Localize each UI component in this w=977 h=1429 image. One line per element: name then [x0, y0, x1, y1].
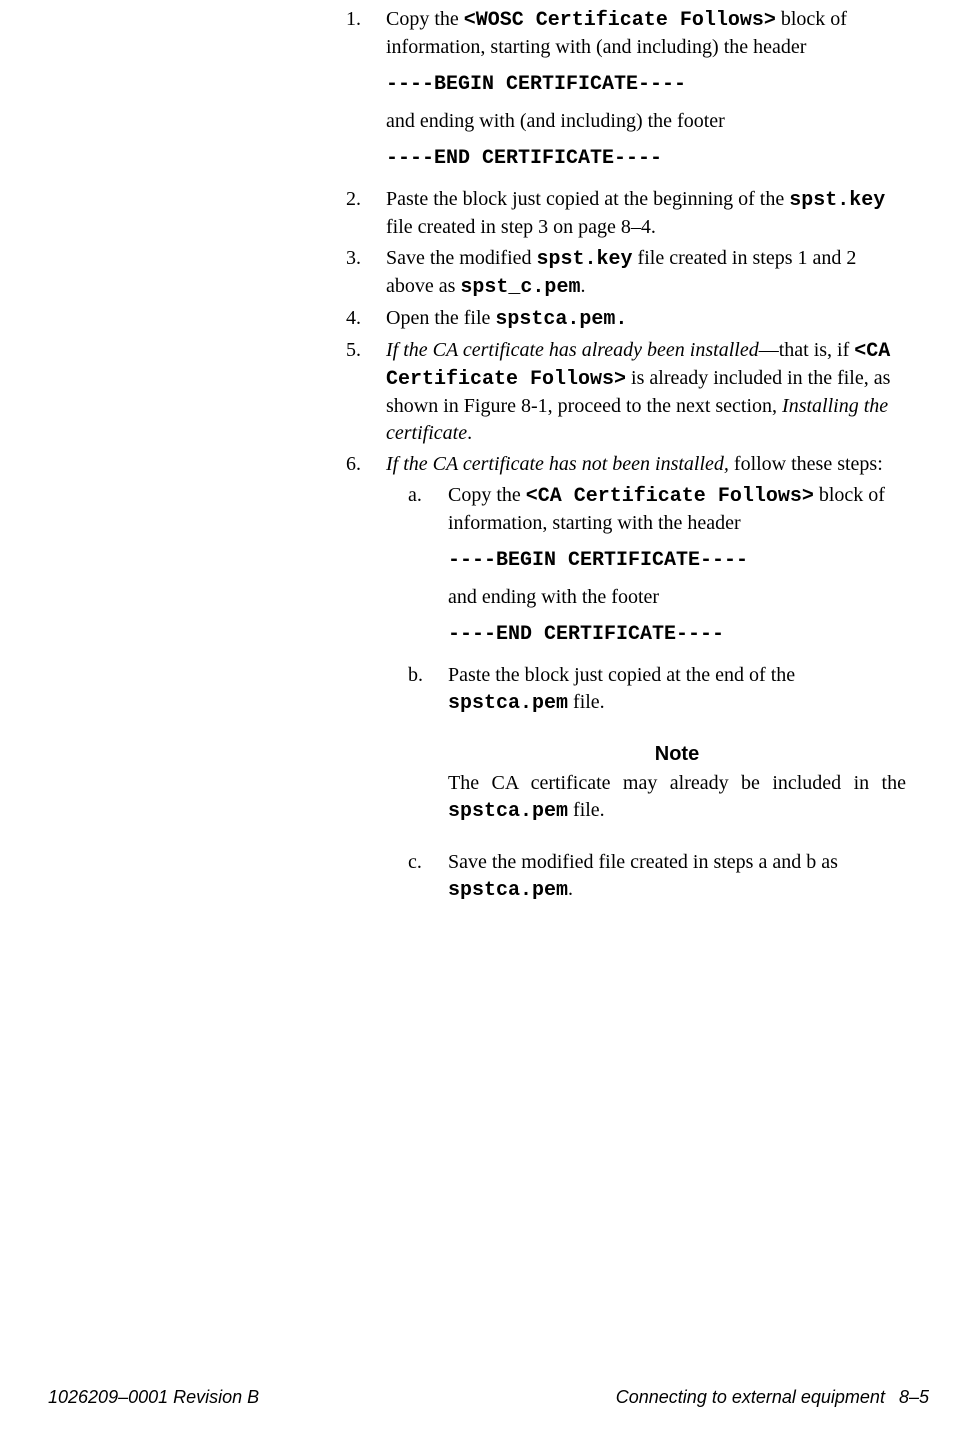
content-column: 1. Copy the <WOSC Certificate Follows> b…	[346, 6, 906, 912]
note-block: Note The CA certificate may already be i…	[448, 741, 906, 825]
substep-letter: b.	[386, 662, 448, 717]
text: Copy the	[386, 8, 464, 30]
substep-letter: a.	[386, 482, 448, 658]
code-block: ----END CERTIFICATE----	[448, 621, 906, 648]
page-footer: 1026209–0001 Revision B Connecting to ex…	[48, 1385, 929, 1409]
code-inline: <WOSC Certificate Follows>	[464, 9, 776, 32]
code-inline: spstca.pem	[448, 879, 568, 902]
footer-section-title: Connecting to external equipment	[616, 1387, 885, 1407]
code-block: ----BEGIN CERTIFICATE----	[386, 71, 906, 98]
step-body: Save the modified spst.key file created …	[386, 245, 906, 301]
text: .	[467, 422, 472, 444]
ordered-list: 1. Copy the <WOSC Certificate Follows> b…	[346, 6, 906, 908]
step-6: 6. If the CA certificate has not been in…	[346, 451, 906, 908]
sub-list: a. Copy the <CA Certificate Follows> blo…	[386, 482, 906, 717]
code-inline: spst_c.pem	[460, 276, 580, 299]
step-body: If the CA certificate has already been i…	[386, 337, 906, 447]
substep-letter: c.	[386, 849, 448, 904]
step-number: 3.	[346, 245, 386, 301]
page: 1. Copy the <WOSC Certificate Follows> b…	[0, 0, 977, 1429]
step-1: 1. Copy the <WOSC Certificate Follows> b…	[346, 6, 906, 182]
italic-text: If the CA certificate has already been i…	[386, 339, 759, 361]
step-2: 2. Paste the block just copied at the be…	[346, 186, 906, 241]
step-number: 2.	[346, 186, 386, 241]
step-number: 1.	[346, 6, 386, 182]
step-body: If the CA certificate has not been insta…	[386, 451, 906, 908]
footer-page-number: 8–5	[899, 1387, 929, 1407]
code-inline: spst.key	[537, 248, 633, 271]
text: Save the modified	[386, 247, 537, 269]
code-inline: spst.key	[789, 189, 885, 212]
text: Paste the block just copied at the begin…	[386, 188, 789, 210]
sub-list-continued: c. Save the modified file created in ste…	[386, 849, 906, 904]
code-inline: spstca.pem.	[495, 308, 627, 331]
code-inline: <CA Certificate Follows>	[526, 485, 814, 508]
step-4: 4. Open the file spstca.pem.	[346, 305, 906, 333]
footer-left: 1026209–0001 Revision B	[48, 1385, 259, 1409]
text: .	[580, 275, 585, 297]
text: The CA certificate may already be includ…	[448, 772, 906, 794]
text: file created in step 3 on page 8–4.	[386, 216, 656, 238]
code-inline: spstca.pem	[448, 692, 568, 715]
substep-c: c. Save the modified file created in ste…	[386, 849, 906, 904]
text: Open the file	[386, 307, 495, 329]
note-heading: Note	[448, 741, 906, 768]
step-5: 5. If the CA certificate has already bee…	[346, 337, 906, 447]
italic-text: If the CA certificate has not been insta…	[386, 453, 729, 475]
substep-b: b. Paste the block just copied at the en…	[386, 662, 906, 717]
substep-a: a. Copy the <CA Certificate Follows> blo…	[386, 482, 906, 658]
substep-body: Copy the <CA Certificate Follows> block …	[448, 482, 906, 658]
substep-body: Save the modified file created in steps …	[448, 849, 906, 904]
step-number: 6.	[346, 451, 386, 908]
text: .	[568, 878, 573, 900]
step-number: 5.	[346, 337, 386, 447]
step-3: 3. Save the modified spst.key file creat…	[346, 245, 906, 301]
text: —that is, if	[759, 339, 855, 361]
text: and ending with the footer	[448, 584, 906, 611]
text: file.	[568, 799, 605, 821]
step-body: Paste the block just copied at the begin…	[386, 186, 906, 241]
footer-right: Connecting to external equipment 8–5	[616, 1385, 929, 1409]
text: Paste the block just copied at the end o…	[448, 664, 795, 686]
code-inline: spstca.pem	[448, 800, 568, 823]
text: file.	[568, 691, 605, 713]
text: follow these steps:	[729, 453, 883, 475]
text: Copy the	[448, 484, 526, 506]
substep-body: Paste the block just copied at the end o…	[448, 662, 906, 717]
text: Save the modified file created in steps …	[448, 851, 838, 873]
note-text: The CA certificate may already be includ…	[448, 770, 906, 825]
step-body: Open the file spstca.pem.	[386, 305, 906, 333]
step-body: Copy the <WOSC Certificate Follows> bloc…	[386, 6, 906, 182]
code-block: ----BEGIN CERTIFICATE----	[448, 547, 906, 574]
code-block: ----END CERTIFICATE----	[386, 145, 906, 172]
step-number: 4.	[346, 305, 386, 333]
text: and ending with (and including) the foot…	[386, 108, 906, 135]
